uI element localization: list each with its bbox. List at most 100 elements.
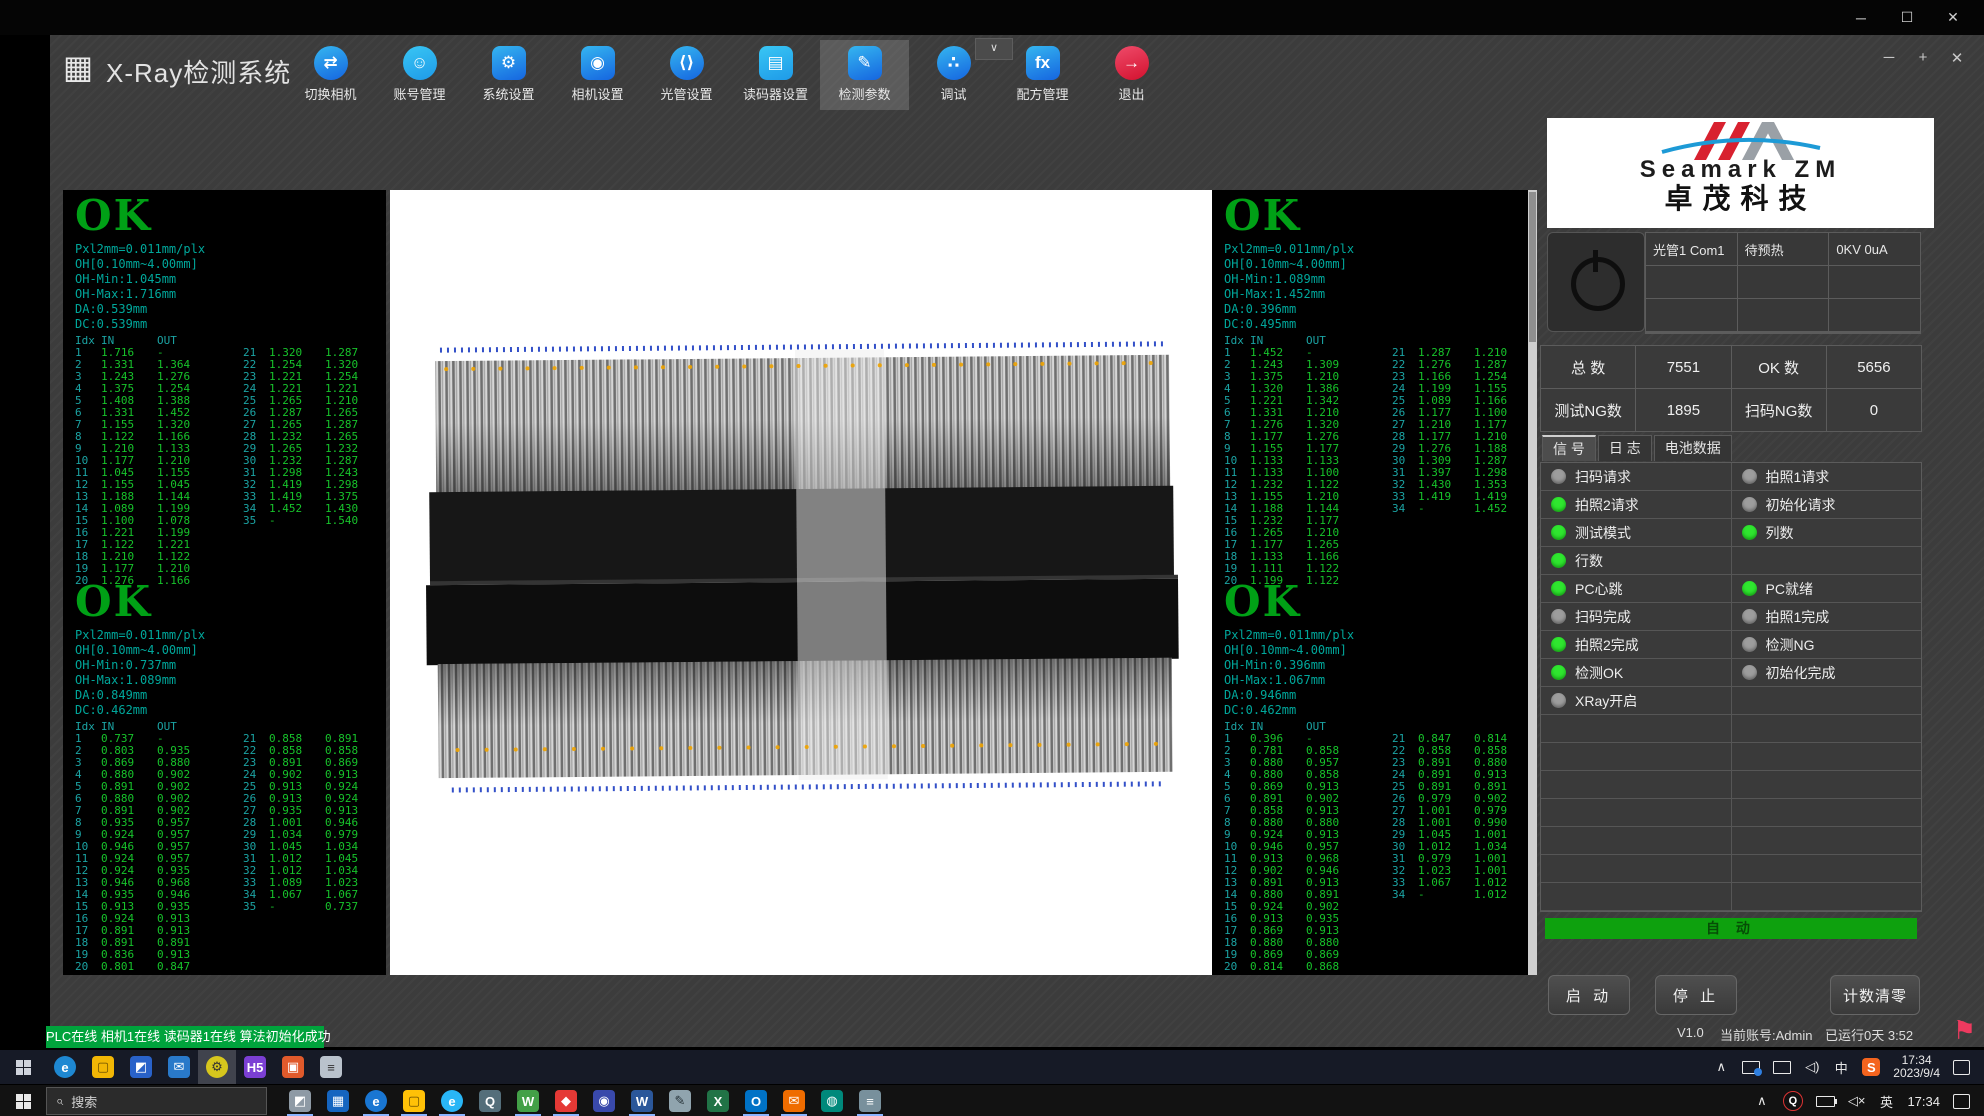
- signal-cell: 拍照2请求: [1541, 491, 1732, 518]
- taskbar-app-notes-app[interactable]: ≡: [312, 1050, 350, 1084]
- stat-value: 1895: [1636, 389, 1730, 431]
- taskbar-app-xray-app-active[interactable]: ⚙: [198, 1050, 236, 1084]
- measure-column: IdxINOUT10.737-20.8030.93530.8690.88040.…: [75, 721, 213, 973]
- measure-meta-line: OH[0.10mm~4.00mm]: [75, 257, 375, 272]
- taskbar-app-word[interactable]: W: [623, 1085, 661, 1116]
- system-settings-icon: ⚙: [492, 46, 526, 80]
- taskbar-app-photos-app[interactable]: ◩: [122, 1050, 160, 1084]
- right-panel-scrollbar[interactable]: [1528, 190, 1537, 975]
- measure-meta-line: DC:0.495mm: [1224, 317, 1524, 332]
- toolbar-item-inspect-params[interactable]: ✎检测参数: [820, 40, 909, 110]
- outer-minimize-button[interactable]: ─: [1838, 0, 1884, 35]
- taskbar-app-mail-app[interactable]: ✉: [160, 1050, 198, 1084]
- stat-value: 5656: [1827, 346, 1921, 388]
- measure-row: 31.2431.276: [75, 371, 213, 383]
- measure-header: IdxINOUT: [1224, 335, 1362, 347]
- taskbar-app-file-explorer[interactable]: ▢: [395, 1085, 433, 1116]
- led-off-icon: [1551, 609, 1566, 624]
- auto-mode-banner[interactable]: 自 动: [1545, 918, 1917, 939]
- start-button-lower[interactable]: [0, 1085, 46, 1116]
- toolbar-item-system-settings[interactable]: ⚙系统设置: [464, 40, 553, 110]
- taskbar-app-ie-browser[interactable]: e: [433, 1085, 471, 1116]
- clock-time[interactable]: 17:34: [1907, 1094, 1940, 1109]
- measure-row: 20.7810.858: [1224, 745, 1362, 757]
- signal-cell: XRay开启: [1541, 687, 1732, 714]
- ime-indicator[interactable]: 英: [1878, 1092, 1894, 1111]
- measure-meta-line: Pxl2mm=0.011mm/plx: [1224, 242, 1524, 257]
- led-on-icon: [1551, 553, 1566, 568]
- ime-indicator[interactable]: 中: [1833, 1058, 1849, 1077]
- toolbar-item-tube-settings[interactable]: ⟨⟩光管设置: [642, 40, 731, 110]
- touch-keyboard-icon[interactable]: [1953, 1094, 1970, 1109]
- files-app-icon: ▣: [282, 1056, 304, 1078]
- taskbar-app-app-grid[interactable]: ▦: [319, 1085, 357, 1116]
- scrollbar-thumb[interactable]: [1529, 192, 1536, 342]
- signal-label: 行数: [1575, 551, 1603, 571]
- volume-muted-icon[interactable]: ◁×: [1848, 1093, 1866, 1109]
- taskbar-app-h5-app[interactable]: H5: [236, 1050, 274, 1084]
- count-reset-button[interactable]: 计数清零: [1830, 975, 1920, 1015]
- tab-signal[interactable]: 信 号: [1542, 435, 1596, 461]
- led-off-icon: [1551, 693, 1566, 708]
- xray-image-viewport[interactable]: [390, 190, 1212, 975]
- stop-button[interactable]: 停 止: [1655, 975, 1737, 1015]
- network-icon[interactable]: [1773, 1061, 1791, 1074]
- toolbar-item-reader-settings[interactable]: ▤读码器设置: [731, 40, 820, 110]
- measure-row: 241.1991.155: [1392, 383, 1528, 395]
- measure-row: 270.9350.913: [243, 805, 381, 817]
- taskbar-app-search-tool[interactable]: Q: [471, 1085, 509, 1116]
- app-maximize-button[interactable]: +: [1914, 49, 1932, 67]
- toolbar-item-account-manage[interactable]: ☺账号管理: [375, 40, 464, 110]
- wps-office-icon: W: [517, 1090, 539, 1112]
- measure-row: 70.8910.902: [75, 805, 213, 817]
- text-doc-icon: ≡: [859, 1090, 881, 1112]
- tray-expand-icon[interactable]: ∧: [1754, 1093, 1770, 1109]
- action-center-icon[interactable]: [1953, 1060, 1970, 1075]
- start-button-upper[interactable]: [0, 1050, 46, 1084]
- measure-row: 121.1551.045: [75, 479, 213, 491]
- taskbar-app-paint-tool[interactable]: ✎: [661, 1085, 699, 1116]
- search-input[interactable]: ⌕ 搜索: [46, 1087, 267, 1115]
- measure-row: 331.0671.012: [1392, 877, 1528, 889]
- taskbar-app-camera-tool[interactable]: ◉: [585, 1085, 623, 1116]
- toolbar-item-exit[interactable]: →退出: [1087, 40, 1176, 110]
- cast-display-icon[interactable]: [1742, 1061, 1760, 1074]
- tab-log[interactable]: 日 志: [1598, 435, 1652, 461]
- taskbar-app-photo-viewer[interactable]: ◩: [281, 1085, 319, 1116]
- volume-icon[interactable]: ◁): [1804, 1059, 1820, 1075]
- power-icon: [1571, 257, 1625, 311]
- chevron-down-icon[interactable]: ∨: [975, 38, 1013, 60]
- taskbar-app-outlook[interactable]: O: [737, 1085, 775, 1116]
- taskbar-app-wps-office[interactable]: W: [509, 1085, 547, 1116]
- taskbar-app-files-app[interactable]: ▣: [274, 1050, 312, 1084]
- taskbar-app-edge-browser[interactable]: e: [357, 1085, 395, 1116]
- notes-app-icon: ≡: [320, 1056, 342, 1078]
- brand-logo: Seamark ZM 卓茂科技: [1547, 118, 1934, 228]
- taskbar-app-edge-browser[interactable]: e: [46, 1050, 84, 1084]
- signal-label: 测试模式: [1575, 523, 1631, 543]
- tray-expand-icon[interactable]: ∧: [1713, 1059, 1729, 1075]
- outer-maximize-button[interactable]: ☐: [1884, 0, 1930, 35]
- toolbar-item-camera-settings[interactable]: ◉相机设置: [553, 40, 642, 110]
- toolbar-item-switch-camera[interactable]: ⇄切换相机: [286, 40, 375, 110]
- start-button[interactable]: 启 动: [1548, 975, 1630, 1015]
- measure-meta-line: OH[0.10mm~4.00mm]: [75, 643, 375, 658]
- app-minimize-button[interactable]: ─: [1880, 49, 1898, 67]
- qq-icon[interactable]: Q: [1783, 1091, 1803, 1111]
- signal-cell: 初始化完成: [1732, 659, 1922, 686]
- power-button[interactable]: [1547, 232, 1645, 332]
- app-close-button[interactable]: ✕: [1948, 49, 1966, 67]
- taskbar-app-text-doc[interactable]: ≡: [851, 1085, 889, 1116]
- tab-battery-data[interactable]: 电池数据: [1654, 435, 1732, 461]
- sogou-input-icon[interactable]: S: [1862, 1058, 1880, 1076]
- taskbar-app-netease-app[interactable]: ◆: [547, 1085, 585, 1116]
- measure-row: 281.1771.210: [1392, 431, 1528, 443]
- taskbar-app-foxmail-app[interactable]: ✉: [775, 1085, 813, 1116]
- battery-icon[interactable]: [1816, 1096, 1835, 1107]
- taskbar-app-excel[interactable]: X: [699, 1085, 737, 1116]
- outer-close-button[interactable]: ✕: [1930, 0, 1976, 35]
- paint-tool-icon: ✎: [669, 1090, 691, 1112]
- taskbar-app-file-explorer[interactable]: ▢: [84, 1050, 122, 1084]
- taskbar-app-browser-360[interactable]: ◍: [813, 1085, 851, 1116]
- clock[interactable]: 17:34 2023/9/4: [1893, 1054, 1940, 1080]
